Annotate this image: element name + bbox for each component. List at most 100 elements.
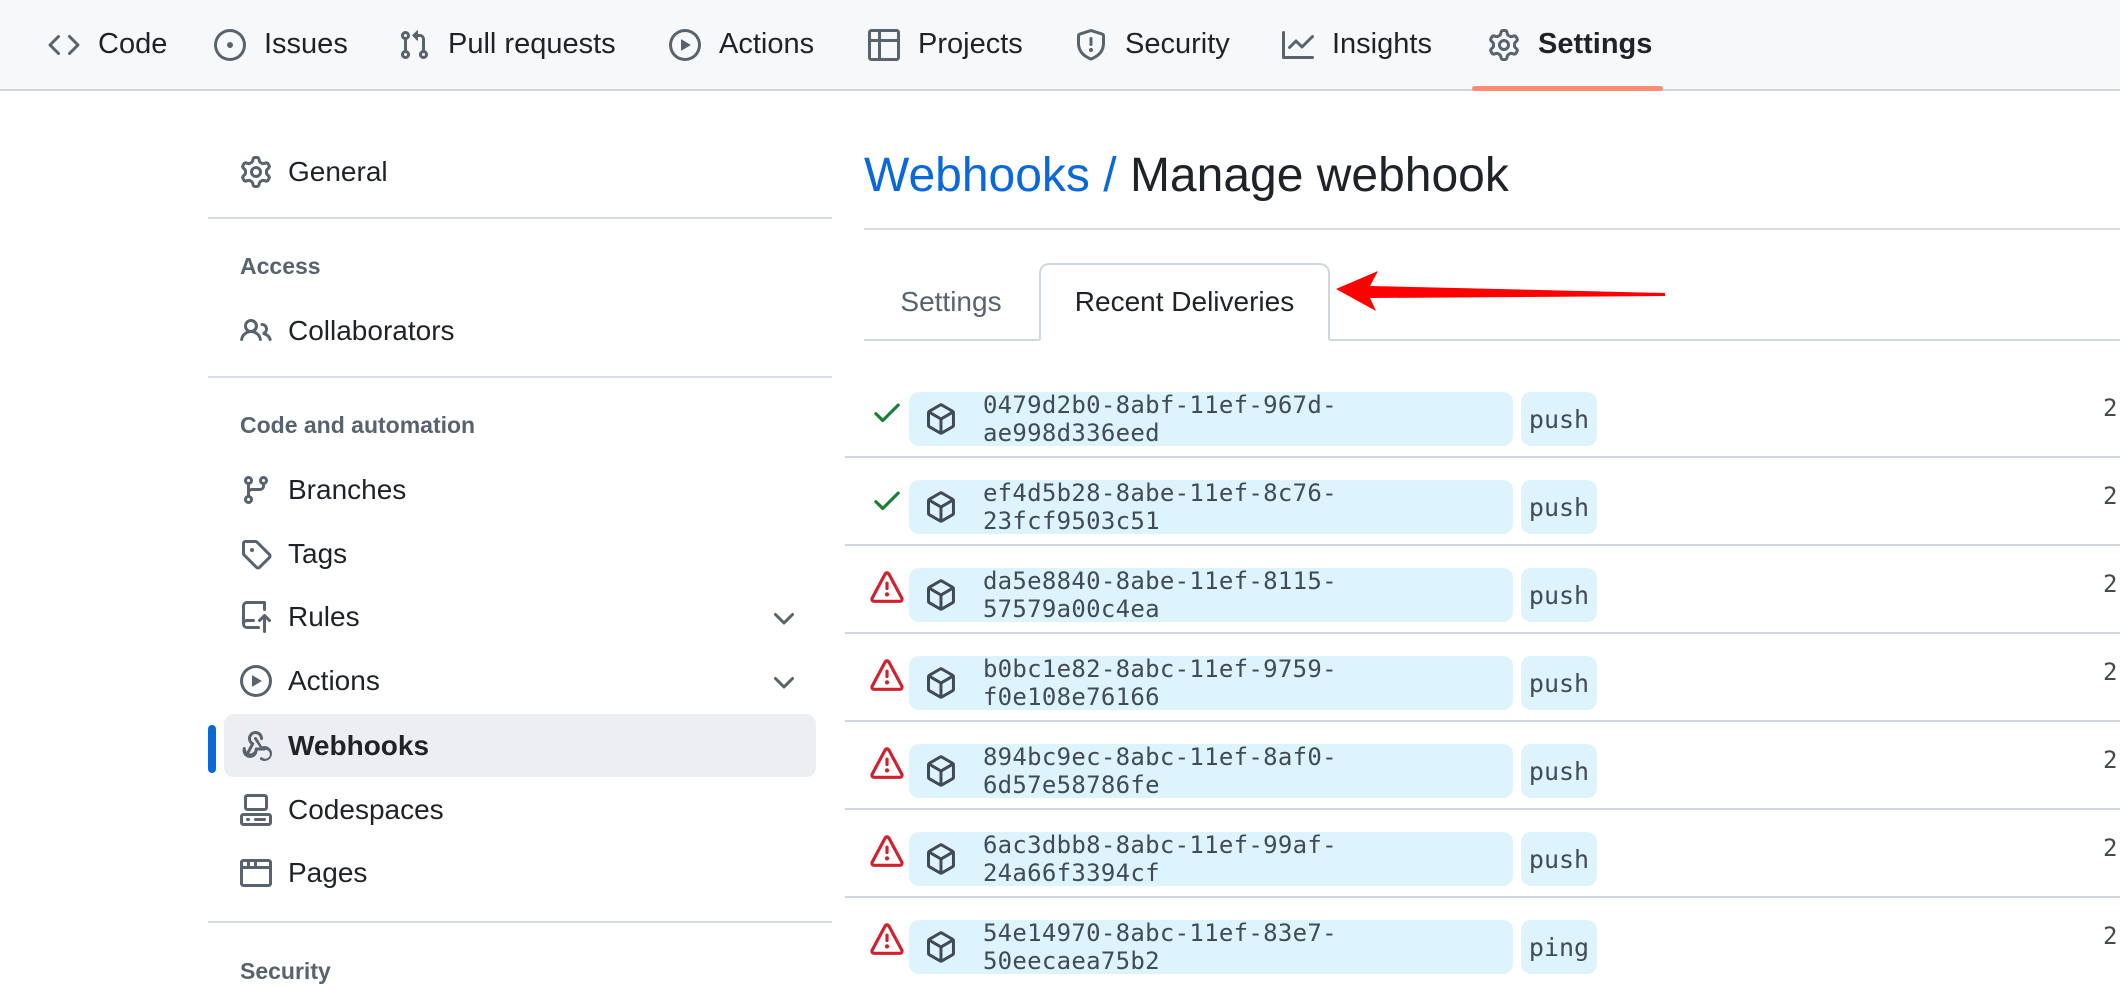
shield-icon bbox=[1077, 28, 1105, 60]
delivery-row[interactable]: 54e14970-8abc-11ef-83e7-50eecaea75b2 pin… bbox=[845, 898, 2120, 986]
repo-push-icon bbox=[242, 600, 271, 633]
sidebar-item-codespaces[interactable]: Codespaces bbox=[224, 778, 816, 841]
event-badge: ping bbox=[1521, 920, 1597, 974]
delivery-time: 2 bbox=[2103, 570, 2118, 598]
delivery-time: 2 bbox=[2103, 922, 2118, 950]
play-icon bbox=[240, 664, 272, 697]
tab-issues[interactable]: Issues bbox=[214, 0, 348, 89]
sidebar-heading-security: Security bbox=[240, 958, 331, 984]
event-badge: push bbox=[1521, 480, 1597, 534]
sidebar-item-collaborators[interactable]: Collaborators bbox=[224, 299, 816, 362]
people-icon bbox=[240, 318, 272, 341]
tab-pull-requests[interactable]: Pull requests bbox=[398, 0, 616, 89]
title-divider bbox=[864, 228, 2120, 230]
settings-sidebar: General Access Collaborators Code and au… bbox=[0, 91, 840, 990]
graph-icon bbox=[1282, 30, 1314, 59]
tab-recent-deliveries[interactable]: Recent Deliveries bbox=[1039, 263, 1330, 341]
tab-insights[interactable]: Insights bbox=[1282, 0, 1432, 89]
tab-label: Settings bbox=[1538, 28, 1653, 60]
chevron-down-icon[interactable] bbox=[768, 603, 800, 635]
delivery-guid: 894bc9ec-8abc-11ef-8af0-6d57e58786fe bbox=[982, 743, 1337, 799]
tab-label: Security bbox=[1125, 28, 1230, 60]
sidebar-item-label: Rules bbox=[288, 600, 360, 632]
event-badge: push bbox=[1521, 832, 1597, 886]
sidebar-heading-access: Access bbox=[240, 253, 321, 279]
delivery-row[interactable]: 0479d2b0-8abf-11ef-967d-ae998d336eed pus… bbox=[845, 370, 2120, 458]
delivery-guid-label: da5e8840-8abe-11ef-8115-57579a00c4ea bbox=[909, 567, 1513, 623]
check-icon bbox=[874, 491, 900, 511]
sidebar-item-label: Actions bbox=[288, 664, 380, 696]
package-icon bbox=[926, 667, 955, 699]
gear-icon bbox=[241, 155, 271, 188]
repo-nav: Code Issues Pull requests Actions Projec… bbox=[0, 0, 2120, 91]
delivery-guid-label: b0bc1e82-8abc-11ef-9759-f0e108e76166 bbox=[909, 655, 1513, 711]
delivery-guid: 6ac3dbb8-8abc-11ef-99af-24a66f3394cf bbox=[982, 831, 1337, 887]
webhook-icon bbox=[242, 730, 272, 761]
tab-label: Issues bbox=[264, 28, 348, 60]
sidebar-item-actions[interactable]: Actions bbox=[224, 649, 816, 712]
alert-icon bbox=[870, 923, 904, 955]
sidebar-item-general[interactable]: General bbox=[224, 140, 816, 203]
tab-security[interactable]: Security bbox=[1075, 0, 1230, 89]
breadcrumb-webhooks-link[interactable]: Webhooks / bbox=[864, 149, 1117, 202]
git-branch-icon bbox=[243, 475, 268, 504]
code-icon bbox=[48, 34, 80, 55]
sidebar-item-label: General bbox=[288, 155, 388, 187]
sidebar-item-tags[interactable]: Tags bbox=[224, 522, 816, 585]
sidebar-item-branches[interactable]: Branches bbox=[224, 458, 816, 521]
tab-label: Recent Deliveries bbox=[1074, 286, 1295, 317]
sidebar-item-webhooks[interactable]: Webhooks bbox=[224, 714, 816, 777]
delivery-time: 2 bbox=[2103, 482, 2118, 510]
tab-code[interactable]: Code bbox=[48, 0, 167, 89]
package-icon bbox=[926, 843, 955, 875]
sidebar-item-pages[interactable]: Pages bbox=[224, 841, 816, 904]
delivery-row[interactable]: da5e8840-8abe-11ef-8115-57579a00c4ea pus… bbox=[845, 546, 2120, 634]
sidebar-divider bbox=[208, 921, 832, 923]
tab-webhook-settings[interactable]: Settings bbox=[870, 263, 1032, 341]
delivery-guid-label: 0479d2b0-8abf-11ef-967d-ae998d336eed bbox=[909, 391, 1513, 447]
tab-label: Pull requests bbox=[448, 28, 616, 60]
sidebar-divider bbox=[208, 217, 832, 219]
delivery-guid: 54e14970-8abc-11ef-83e7-50eecaea75b2 bbox=[982, 919, 1337, 975]
package-icon bbox=[926, 403, 955, 435]
sidebar-item-label: Pages bbox=[288, 856, 368, 888]
delivery-guid: da5e8840-8abe-11ef-8115-57579a00c4ea bbox=[982, 567, 1337, 623]
sidebar-item-label: Collaborators bbox=[288, 314, 455, 346]
annotation-arrow bbox=[1336, 271, 1665, 311]
delivery-guid: ef4d5b28-8abe-11ef-8c76-23fcf9503c51 bbox=[982, 479, 1337, 535]
delivery-row[interactable]: ef4d5b28-8abe-11ef-8c76-23fcf9503c51 pus… bbox=[845, 458, 2120, 546]
package-icon bbox=[926, 931, 955, 963]
tag-icon bbox=[242, 539, 272, 570]
tab-label: Settings bbox=[900, 286, 1002, 317]
delivery-row[interactable]: 894bc9ec-8abc-11ef-8af0-6d57e58786fe pus… bbox=[845, 722, 2120, 810]
tab-label: Code bbox=[98, 28, 168, 60]
alert-icon bbox=[870, 659, 904, 691]
sidebar-item-rules[interactable]: Rules bbox=[224, 585, 816, 648]
delivery-time: 2 bbox=[2103, 746, 2118, 774]
package-icon bbox=[926, 579, 955, 611]
package-icon bbox=[926, 491, 955, 523]
tab-label: Projects bbox=[918, 28, 1023, 60]
delivery-guid-label: 6ac3dbb8-8abc-11ef-99af-24a66f3394cf bbox=[909, 831, 1513, 887]
alert-icon bbox=[870, 835, 904, 867]
sidebar-heading-code-automation: Code and automation bbox=[240, 412, 476, 438]
delivery-guid-label: ef4d5b28-8abe-11ef-8c76-23fcf9503c51 bbox=[909, 479, 1513, 535]
page-title-text: Manage webhook bbox=[1129, 149, 1509, 202]
active-indicator bbox=[208, 725, 216, 773]
sidebar-item-label: Codespaces bbox=[288, 793, 444, 825]
tab-label: Actions bbox=[719, 28, 815, 60]
event-badge: push bbox=[1521, 656, 1597, 710]
event-badge: push bbox=[1521, 568, 1597, 622]
codespaces-icon bbox=[240, 793, 272, 826]
sidebar-item-label: Branches bbox=[288, 473, 407, 505]
tab-projects[interactable]: Projects bbox=[868, 0, 1023, 89]
tab-actions[interactable]: Actions bbox=[669, 0, 814, 89]
tab-settings[interactable]: Settings bbox=[1488, 0, 1652, 89]
delivery-row[interactable]: 6ac3dbb8-8abc-11ef-99af-24a66f3394cf pus… bbox=[845, 810, 2120, 898]
play-icon bbox=[669, 28, 701, 61]
sidebar-divider bbox=[208, 376, 832, 378]
delivery-time: 2 bbox=[2103, 834, 2118, 862]
delivery-row[interactable]: b0bc1e82-8abc-11ef-9759-f0e108e76166 pus… bbox=[845, 634, 2120, 722]
chevron-down-icon[interactable] bbox=[768, 667, 800, 699]
page-title: Webhooks / Manage webhook bbox=[864, 148, 1509, 203]
